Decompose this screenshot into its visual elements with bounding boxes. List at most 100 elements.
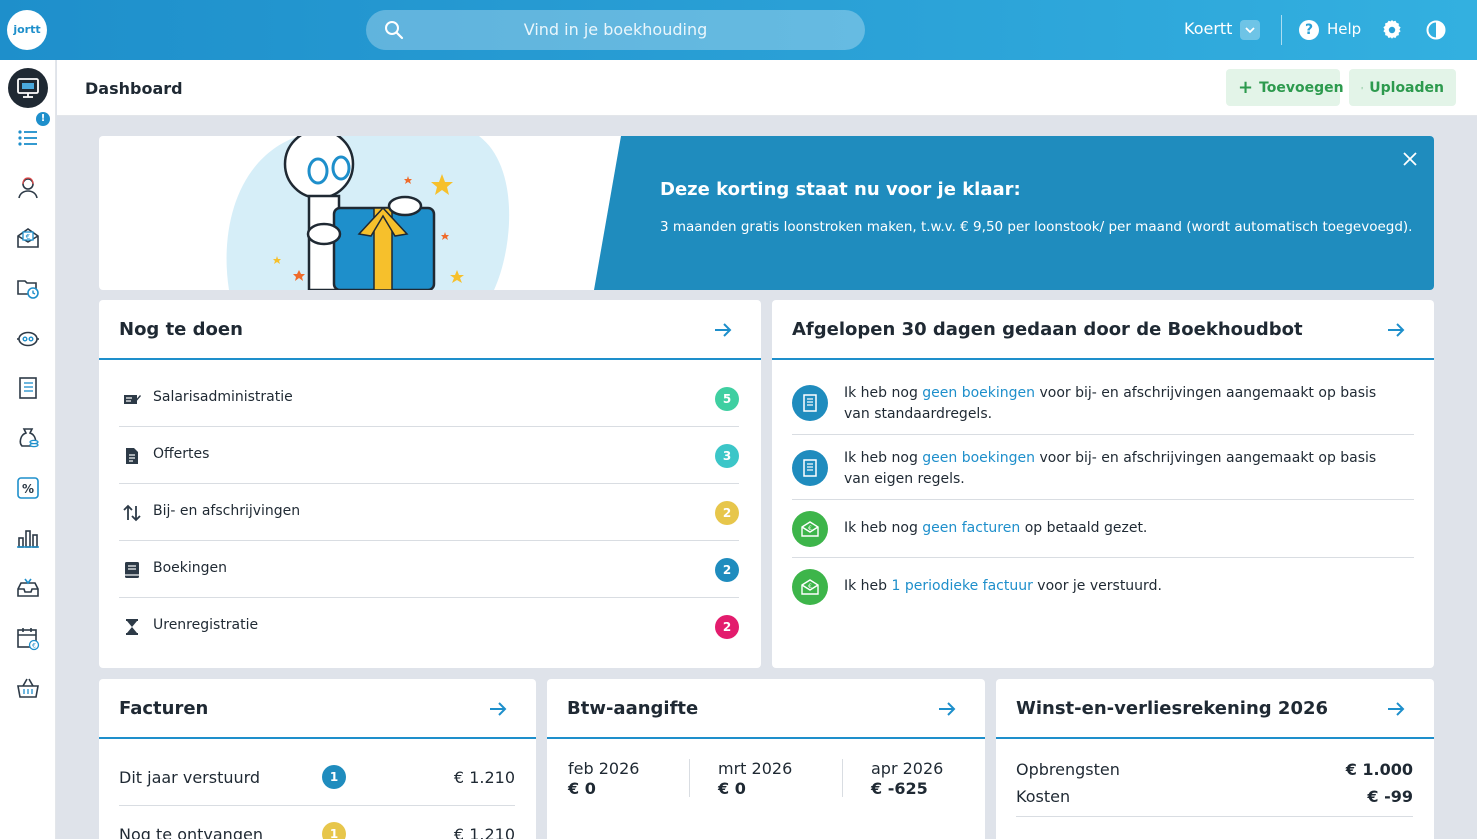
activity-link[interactable]: geen boekingen	[922, 450, 1035, 466]
vat-period-month: feb 2026	[568, 759, 640, 778]
search-bar[interactable]: Vind in je boekhouding	[366, 10, 865, 50]
count-badge: 5	[715, 387, 739, 411]
upload-button-label: Uploaden	[1369, 79, 1444, 96]
todo-item-label: Boekingen	[153, 560, 228, 576]
help-icon[interactable]: ?	[1299, 20, 1319, 40]
bot-activity-item: € Ik heb 1 periodieke factuur voor je ve…	[792, 558, 1414, 616]
invoice-row-label: Dit jaar verstuurd	[119, 768, 261, 787]
svg-text:€: €	[32, 643, 36, 650]
sidebar-item-ledger[interactable]	[8, 368, 48, 408]
activity-link[interactable]: 1 periodieke factuur	[892, 578, 1033, 594]
vat-card-header: Btw-aangifte	[547, 679, 985, 739]
upload-icon	[1361, 86, 1363, 89]
contrast-icon[interactable]	[1426, 20, 1446, 40]
todo-item-boekingen[interactable]: Boekingen 2	[119, 541, 739, 598]
todo-item-offertes[interactable]: Offertes 3	[119, 427, 739, 484]
invoices-card-title: Facturen	[119, 698, 209, 719]
plus-icon: +	[1238, 77, 1254, 98]
bot-card-title: Afgelopen 30 dagen gedaan door de Boekho…	[792, 319, 1303, 340]
upload-button[interactable]: Uploaden	[1349, 69, 1456, 106]
divider	[689, 759, 690, 797]
search-input[interactable]: Vind in je boekhouding	[366, 10, 865, 50]
svg-text:€: €	[26, 233, 30, 241]
vat-card-title: Btw-aangifte	[567, 698, 699, 719]
document-icon	[126, 448, 138, 464]
sidebar-item-hours[interactable]	[8, 268, 48, 308]
count-badge: 3	[715, 444, 739, 468]
topbar-divider	[1281, 15, 1282, 45]
folder-clock-icon	[17, 280, 39, 299]
svg-text:€: €	[808, 525, 812, 532]
euro-mail-icon: €	[792, 569, 828, 605]
vat-period[interactable]: feb 2026 € 0	[568, 759, 639, 798]
sidebar-item-bot[interactable]	[8, 318, 48, 358]
sidebar-item-invoices[interactable]: €	[8, 218, 48, 258]
profit-loss-value: € -99	[1367, 787, 1413, 806]
profit-loss-card: Winst-en-verliesrekening 2026 Opbrengste…	[996, 679, 1434, 839]
text-prefix: Ik heb nog	[844, 450, 923, 466]
sidebar-item-inbox[interactable]	[8, 568, 48, 608]
bot-activity-text: Ik heb 1 periodieke factuur voor je vers…	[844, 576, 1404, 597]
sidebar-item-dashboard[interactable]	[8, 68, 48, 108]
svg-text:%: %	[22, 482, 34, 496]
todo-item-label: Salarisadministratie	[153, 389, 293, 405]
text-prefix: Ik heb nog	[844, 385, 923, 401]
sidebar-item-vat[interactable]: %	[8, 468, 48, 508]
sidebar-item-shop[interactable]	[8, 668, 48, 708]
invoice-row-receivable[interactable]: Nog te ontvangen 1 € 1.210	[119, 806, 515, 839]
vat-period-value: € -625	[871, 779, 928, 798]
activity-link[interactable]: geen facturen	[922, 520, 1020, 536]
arrow-right-icon[interactable]	[713, 320, 733, 340]
robot-gift-illustration	[273, 136, 464, 290]
text-prefix: Ik heb nog	[844, 520, 923, 536]
divider	[842, 759, 843, 797]
vat-period[interactable]: apr 2026 € -625	[871, 759, 943, 798]
count-badge: 2	[715, 501, 739, 525]
add-button[interactable]: + Toevoegen	[1226, 69, 1344, 106]
user-menu-label[interactable]: Koertt	[1184, 19, 1232, 38]
arrow-right-icon[interactable]	[937, 699, 957, 719]
todo-card-header: Nog te doen	[99, 300, 761, 360]
arrow-right-icon[interactable]	[1386, 320, 1406, 340]
text-prefix: Ik heb	[844, 578, 892, 594]
profit-loss-card-title: Winst-en-verliesrekening 2026	[1016, 698, 1329, 719]
todo-card: Nog te doen Salarisadministratie 5 Offer…	[99, 300, 761, 668]
todo-item-bij-en-afschrijvingen[interactable]: Bij- en afschrijvingen 2	[119, 484, 739, 541]
gear-icon[interactable]	[1381, 19, 1403, 41]
profit-loss-label: Kosten	[1016, 787, 1071, 806]
svg-text:€: €	[808, 583, 812, 590]
close-icon[interactable]	[1401, 150, 1419, 168]
todo-item-urenregistratie[interactable]: Urenregistratie 2	[119, 598, 739, 655]
robot-icon	[17, 331, 39, 347]
bot-activity-text: Ik heb nog geen facturen op betaald geze…	[844, 518, 1404, 539]
activity-link[interactable]: geen boekingen	[922, 385, 1035, 401]
add-button-label: Toevoegen	[1259, 79, 1344, 96]
bot-activity-text: Ik heb nog geen boekingen voor bij- en a…	[844, 448, 1404, 490]
profit-loss-card-header: Winst-en-verliesrekening 2026	[996, 679, 1434, 739]
sidebar-item-finance[interactable]	[8, 418, 48, 458]
ledger-icon	[792, 385, 828, 421]
sidebar-item-tasks[interactable]: !	[8, 112, 50, 158]
todo-item-salarisadministratie[interactable]: Salarisadministratie 5	[119, 370, 739, 427]
count-badge: 1	[322, 765, 346, 789]
vat-period[interactable]: mrt 2026 € 0	[718, 759, 792, 798]
invoice-row-label: Nog te ontvangen	[119, 825, 263, 839]
help-link[interactable]: Help	[1327, 20, 1361, 38]
bot-activity-item: Ik heb nog geen boekingen voor bij- en a…	[792, 372, 1414, 435]
inbox-icon	[17, 578, 39, 597]
arrow-right-icon[interactable]	[1386, 699, 1406, 719]
profit-loss-label: Opbrengsten	[1016, 760, 1120, 779]
profit-loss-value: € 1.000	[1345, 760, 1413, 779]
invoice-row-sent[interactable]: Dit jaar verstuurd 1 € 1.210	[119, 749, 515, 806]
transfer-arrows-icon	[123, 504, 141, 522]
jortt-logo[interactable]: jortt	[7, 10, 47, 50]
chevron-down-icon[interactable]	[1240, 20, 1260, 40]
arrow-right-icon[interactable]	[488, 699, 508, 719]
todo-item-label: Bij- en afschrijvingen	[153, 503, 301, 519]
todo-item-label: Offertes	[153, 446, 210, 462]
payroll-edit-icon	[124, 395, 141, 404]
sidebar-item-payroll[interactable]: €	[8, 618, 48, 658]
sidebar-item-reports[interactable]	[8, 518, 48, 558]
banner-title: Deze korting staat nu voor je klaar:	[660, 179, 1021, 200]
sidebar-item-contacts[interactable]	[8, 168, 48, 208]
